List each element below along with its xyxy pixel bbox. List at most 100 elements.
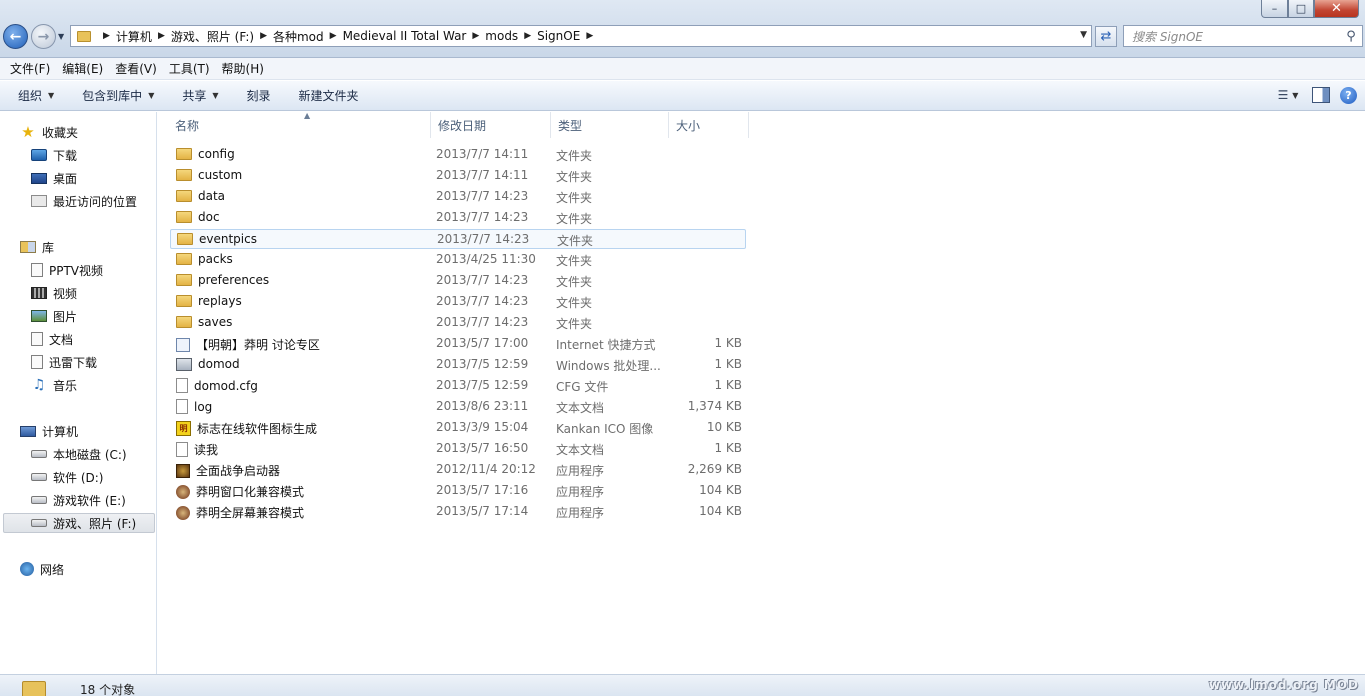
table-row[interactable]: replays 2013/7/7 14:23 文件夹 xyxy=(170,292,746,312)
table-row[interactable]: config 2013/7/7 14:11 文件夹 xyxy=(170,145,746,165)
nav-thunder-downloads[interactable]: 迅雷下载 xyxy=(31,352,97,372)
breadcrumb-mods[interactable]: mods xyxy=(485,29,518,43)
menu-help[interactable]: 帮助(H) xyxy=(216,60,270,77)
column-type[interactable]: 类型 xyxy=(551,112,669,138)
command-bar: 组织 ▼ 包含到库中 ▼ 共享 ▼ 刻录 新建文件夹 ☰ ▼ ? xyxy=(0,81,1365,111)
organize-button[interactable]: 组织 ▼ xyxy=(8,87,64,104)
table-row[interactable]: 读我 2013/5/7 16:50 文本文档 1 KB xyxy=(170,439,746,459)
file-type: 文件夹 xyxy=(556,149,593,163)
file-size: 1 KB xyxy=(714,336,742,350)
minimize-button[interactable]: – xyxy=(1261,0,1288,18)
nav-pictures[interactable]: 图片 xyxy=(31,306,77,326)
nav-videos[interactable]: 视频 xyxy=(31,283,77,303)
breadcrumb-medieval[interactable]: Medieval II Total War xyxy=(343,29,467,43)
table-row[interactable]: 莽明窗口化兼容模式 2013/5/7 17:16 应用程序 104 KB xyxy=(170,481,746,501)
maximize-button[interactable]: □ xyxy=(1288,0,1314,18)
breadcrumb-mods-root[interactable]: 各种mod xyxy=(273,28,324,45)
downloads-folder-icon xyxy=(31,149,47,161)
table-row[interactable]: preferences 2013/7/7 14:23 文件夹 xyxy=(170,271,746,291)
search-input[interactable]: 搜索 SignOE xyxy=(1132,28,1340,45)
arrow-right-icon: → xyxy=(37,28,50,45)
breadcrumb-drive-f[interactable]: 游戏、照片 (F:) xyxy=(171,28,254,45)
file-type: Internet 快捷方式 xyxy=(556,338,656,352)
table-row[interactable]: 莽明全屏幕兼容模式 2013/5/7 17:14 应用程序 104 KB xyxy=(170,502,746,522)
table-row[interactable]: saves 2013/7/7 14:23 文件夹 xyxy=(170,313,746,333)
close-button[interactable]: ✕ xyxy=(1314,0,1359,18)
view-options-button[interactable]: ☰ ▼ xyxy=(1274,85,1302,105)
preview-pane-icon[interactable] xyxy=(1312,87,1330,103)
pictures-icon xyxy=(31,310,47,322)
navigation-pane: ★ 收藏夹 下载 桌面 最近访问的位置 库 PPTV视频 视频 图片 文档 迅雷下… xyxy=(0,112,157,674)
nav-drive-e[interactable]: 游戏软件 (E:) xyxy=(31,490,126,510)
nav-favorites[interactable]: ★ 收藏夹 xyxy=(20,122,78,142)
table-row[interactable]: eventpics 2013/7/7 14:23 文件夹 xyxy=(170,229,746,249)
chevron-down-icon: ▼ xyxy=(1292,90,1299,100)
address-bar[interactable]: ▶ 计算机 ▶ 游戏、照片 (F:) ▶ 各种mod ▶ Medieval II… xyxy=(70,25,1092,47)
table-row[interactable]: domod.cfg 2013/7/5 12:59 CFG 文件 1 KB xyxy=(170,376,746,396)
folder-icon xyxy=(176,211,192,223)
menu-tools[interactable]: 工具(T) xyxy=(163,60,216,77)
chevron-right-icon[interactable]: ▶ xyxy=(158,31,165,41)
nav-documents[interactable]: 文档 xyxy=(31,329,73,349)
file-date: 2013/5/7 17:00 xyxy=(436,336,529,350)
chevron-right-icon[interactable]: ▶ xyxy=(472,31,479,41)
recent-pages-dropdown[interactable]: ▼ xyxy=(58,32,64,41)
table-row[interactable]: log 2013/8/6 23:11 文本文档 1,374 KB xyxy=(170,397,746,417)
menu-view[interactable]: 查看(V) xyxy=(109,60,163,77)
file-size: 10 KB xyxy=(706,420,742,434)
file-name-cell: 莽明窗口化兼容模式 xyxy=(176,483,304,500)
nav-desktop[interactable]: 桌面 xyxy=(31,168,77,188)
nav-music[interactable]: ♫ 音乐 xyxy=(31,375,77,395)
nav-drive-c[interactable]: 本地磁盘 (C:) xyxy=(31,444,127,464)
drive-icon xyxy=(31,473,47,481)
table-row[interactable]: 【明朝】莽明 讨论专区 2013/5/7 17:00 Internet 快捷方式 1 … xyxy=(170,334,746,354)
file-name-cell: eventpics xyxy=(177,232,257,246)
file-name: 莽明全屏幕兼容模式 xyxy=(196,506,305,520)
table-row[interactable]: packs 2013/4/25 11:30 文件夹 xyxy=(170,250,746,270)
table-row[interactable]: data 2013/7/7 14:23 文件夹 xyxy=(170,187,746,207)
column-date[interactable]: 修改日期 xyxy=(431,112,551,138)
search-icon[interactable]: ⚲ xyxy=(1340,29,1362,44)
include-in-library-button[interactable]: 包含到库中 ▼ xyxy=(72,87,164,104)
file-date: 2013/3/9 15:04 xyxy=(436,420,529,434)
menu-edit[interactable]: 编辑(E) xyxy=(56,60,109,77)
chevron-right-icon[interactable]: ▶ xyxy=(586,31,593,41)
nav-drive-d[interactable]: 软件 (D:) xyxy=(31,467,103,487)
folder-icon xyxy=(77,30,91,42)
help-icon[interactable]: ? xyxy=(1340,86,1357,104)
back-button[interactable]: ← xyxy=(3,24,28,49)
table-row[interactable]: 全面战争启动器 2012/11/4 20:12 应用程序 2,269 KB xyxy=(170,460,746,480)
table-row[interactable]: 明标志在线软件图标生成 2013/3/9 15:04 Kankan ICO 图像 10… xyxy=(170,418,746,438)
file-type: 应用程序 xyxy=(556,464,605,478)
nav-recent-places[interactable]: 最近访问的位置 xyxy=(31,191,137,211)
file-date: 2013/7/7 14:11 xyxy=(436,168,529,182)
breadcrumb-computer[interactable]: 计算机 xyxy=(116,28,152,45)
chevron-right-icon[interactable]: ▶ xyxy=(524,31,531,41)
nav-pptv[interactable]: PPTV视频 xyxy=(31,260,103,280)
table-row[interactable]: custom 2013/7/7 14:11 文件夹 xyxy=(170,166,746,186)
table-row[interactable]: domod 2013/7/5 12:59 Windows 批处理... 1 KB xyxy=(170,355,746,375)
nav-downloads[interactable]: 下载 xyxy=(31,145,77,165)
file-date: 2013/7/7 14:23 xyxy=(436,315,529,329)
menu-file[interactable]: 文件(F) xyxy=(4,60,56,77)
nav-network[interactable]: 网络 xyxy=(20,559,64,579)
column-size[interactable]: 大小 xyxy=(669,112,749,138)
share-button[interactable]: 共享 ▼ xyxy=(172,87,228,104)
address-history-dropdown[interactable]: ▼ xyxy=(1080,30,1087,40)
chevron-right-icon[interactable]: ▶ xyxy=(103,31,110,41)
breadcrumb-signoe[interactable]: SignOE xyxy=(537,29,580,43)
forward-button[interactable]: → xyxy=(31,24,56,49)
table-row[interactable]: doc 2013/7/7 14:23 文件夹 xyxy=(170,208,746,228)
sort-up-icon: ▲ xyxy=(304,111,311,120)
search-box[interactable]: 搜索 SignOE ⚲ xyxy=(1123,25,1363,47)
file-type: 文件夹 xyxy=(557,234,594,248)
nav-computer[interactable]: 计算机 xyxy=(20,421,78,441)
burn-button[interactable]: 刻录 xyxy=(237,87,281,104)
chevron-right-icon[interactable]: ▶ xyxy=(330,31,337,41)
nav-drive-f[interactable]: 游戏、照片 (F:) xyxy=(3,513,155,533)
chevron-right-icon[interactable]: ▶ xyxy=(260,31,267,41)
new-folder-button[interactable]: 新建文件夹 xyxy=(289,87,369,104)
refresh-button[interactable]: ⇄ xyxy=(1095,26,1117,47)
column-name[interactable]: 名称 ▲ xyxy=(168,111,431,138)
nav-libraries[interactable]: 库 xyxy=(20,237,54,257)
